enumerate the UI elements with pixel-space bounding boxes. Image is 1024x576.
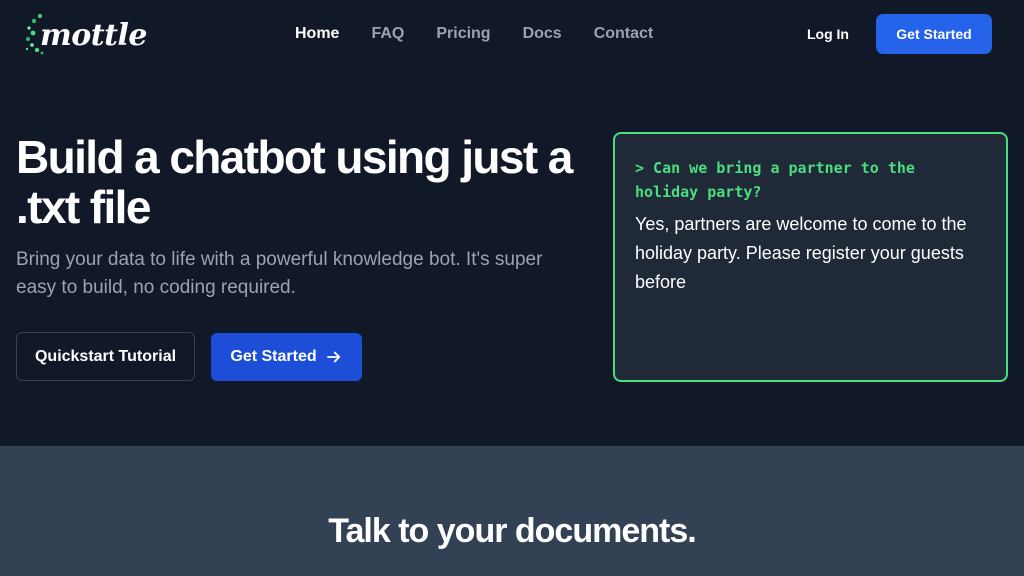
nav-link-contact[interactable]: Contact (594, 24, 654, 44)
hero-title: Build a chatbot using just a .txt file (16, 131, 573, 233)
hero-get-started-label: Get Started (230, 348, 317, 365)
hero-get-started-button[interactable]: Get Started (211, 333, 362, 381)
nav-link-faq[interactable]: FAQ (371, 24, 404, 44)
section-title: Talk to your documents. (328, 512, 696, 550)
documents-section: Talk to your documents. (0, 446, 1024, 576)
chat-demo-terminal: > Can we bring a partner to the holiday … (613, 132, 1008, 382)
chat-question: > Can we bring a partner to the holiday … (635, 159, 915, 201)
nav-link-docs[interactable]: Docs (523, 24, 562, 44)
nav-link-pricing[interactable]: Pricing (436, 24, 490, 44)
quickstart-tutorial-button[interactable]: Quickstart Tutorial (16, 332, 195, 381)
top-nav: mottle Home FAQ Pricing Docs Contact Log… (0, 0, 1024, 68)
chat-answer: Yes, partners are welcome to come to the… (635, 214, 967, 292)
login-link[interactable]: Log In (807, 25, 849, 43)
brand-logo[interactable]: mottle (24, 12, 147, 56)
arrow-right-icon (326, 351, 340, 363)
nav-link-home[interactable]: Home (295, 24, 339, 44)
nav-links: Home FAQ Pricing Docs Contact (295, 24, 685, 44)
nav-get-started-button[interactable]: Get Started (876, 14, 992, 54)
hero-subtitle: Bring your data to life with a powerful … (16, 249, 543, 298)
brand-name: mottle (40, 18, 147, 53)
